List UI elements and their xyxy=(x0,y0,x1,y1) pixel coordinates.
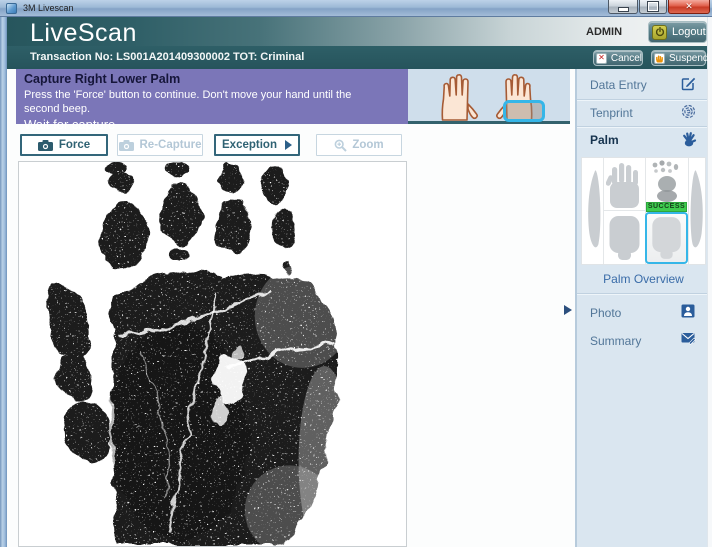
magnifier-icon xyxy=(334,139,348,152)
force-label: Force xyxy=(58,139,91,151)
app-icon xyxy=(6,3,17,14)
capture-region-highlight xyxy=(503,100,545,122)
edit-icon xyxy=(681,76,697,92)
suspend-button[interactable]: Suspend xyxy=(651,50,709,66)
window-frame-left xyxy=(0,17,7,547)
sidebar-collapse-arrow-icon[interactable] xyxy=(564,305,572,315)
camera-icon xyxy=(118,139,134,151)
camera-icon xyxy=(37,139,53,151)
restore-button[interactable] xyxy=(639,0,667,14)
right-lower-palm-active-thumb[interactable] xyxy=(645,212,688,264)
hands-outline-graphic xyxy=(441,73,533,121)
palm-capture-image-area xyxy=(18,161,407,547)
left-writer-palm-thumb[interactable] xyxy=(584,164,602,258)
cancel-button[interactable]: ✕ Cancel xyxy=(593,50,643,66)
tenprint-label: Tenprint xyxy=(590,106,633,120)
cancel-icon: ✕ xyxy=(596,52,607,64)
zoom-label: Zoom xyxy=(352,139,384,151)
hand-icon xyxy=(681,131,697,147)
logout-label: Logout xyxy=(672,26,706,38)
instruction-status: Wait for capture xyxy=(24,117,116,133)
window-title: 3M Livescan xyxy=(23,3,74,13)
palm-overview-panel: SUCCESS xyxy=(581,157,706,265)
exception-button[interactable]: Exception xyxy=(214,134,300,156)
hands-diagram xyxy=(408,69,570,124)
palm-print-image xyxy=(46,162,351,546)
instruction-title: Capture Right Lower Palm xyxy=(24,72,181,86)
photo-label: Photo xyxy=(590,306,622,320)
instruction-body: Press the 'Force' button to continue. Do… xyxy=(24,88,352,115)
minimize-icon xyxy=(617,7,629,12)
transaction-label: Transaction No: LS001A201409300002 TOT: … xyxy=(30,51,305,63)
logged-in-user-label: ADMIN xyxy=(586,26,623,38)
left-lower-palm-thumb[interactable] xyxy=(606,214,644,262)
window-frame-right xyxy=(707,17,712,547)
instruction-panel: Capture Right Lower Palm Press the 'Forc… xyxy=(16,69,408,132)
recapture-button[interactable]: Re-Capture xyxy=(117,134,203,156)
logout-button[interactable]: Logout xyxy=(648,21,707,43)
sidebar-item-tenprint[interactable]: Tenprint xyxy=(575,100,707,127)
application-window: 3M Livescan ✕ LiveScan ADMIN Logout Tran… xyxy=(0,0,712,547)
app-logo-text: LiveScan xyxy=(30,19,137,47)
grid-line xyxy=(603,158,604,264)
summary-label: Summary xyxy=(590,334,642,348)
force-button[interactable]: Force xyxy=(20,134,108,156)
fingerprint-icon xyxy=(681,104,697,120)
grid-line xyxy=(603,210,646,211)
photo-icon xyxy=(681,304,697,320)
suspend-icon xyxy=(654,52,665,64)
right-lower-palm-silhouette xyxy=(651,217,681,259)
recapture-label: Re-Capture xyxy=(139,139,202,151)
right-writer-palm-thumb[interactable] xyxy=(689,164,707,258)
sidebar-item-photo[interactable]: Photo xyxy=(575,300,707,327)
zoom-button[interactable]: Zoom xyxy=(316,134,402,156)
sidebar-item-summary[interactable]: Summary xyxy=(575,328,707,355)
palm-overview-link[interactable]: Palm Overview xyxy=(581,272,706,286)
restore-icon xyxy=(648,2,658,11)
right-upper-palm-captured-thumb[interactable] xyxy=(648,159,687,203)
sidebar-item-palm[interactable]: Palm xyxy=(575,127,707,154)
sidebar-item-data-entry[interactable]: Data Entry xyxy=(575,72,707,99)
power-icon xyxy=(652,24,667,40)
minimize-button[interactable] xyxy=(608,0,638,14)
cancel-label: Cancel xyxy=(610,52,642,64)
exception-label: Exception xyxy=(222,139,277,151)
suspend-label: Suspend xyxy=(669,52,709,64)
close-icon: ✕ xyxy=(685,1,693,11)
close-button[interactable]: ✕ xyxy=(668,0,710,14)
palm-label: Palm xyxy=(590,133,619,147)
status-badge: SUCCESS xyxy=(646,202,687,212)
envelope-icon xyxy=(681,332,697,348)
sidebar-divider xyxy=(577,293,707,295)
title-bar: 3M Livescan ✕ xyxy=(0,0,712,17)
exception-arrow-icon xyxy=(284,140,292,150)
window-controls: ✕ xyxy=(608,0,710,14)
left-upper-palm-thumb[interactable] xyxy=(606,161,644,209)
data-entry-label: Data Entry xyxy=(590,78,647,92)
